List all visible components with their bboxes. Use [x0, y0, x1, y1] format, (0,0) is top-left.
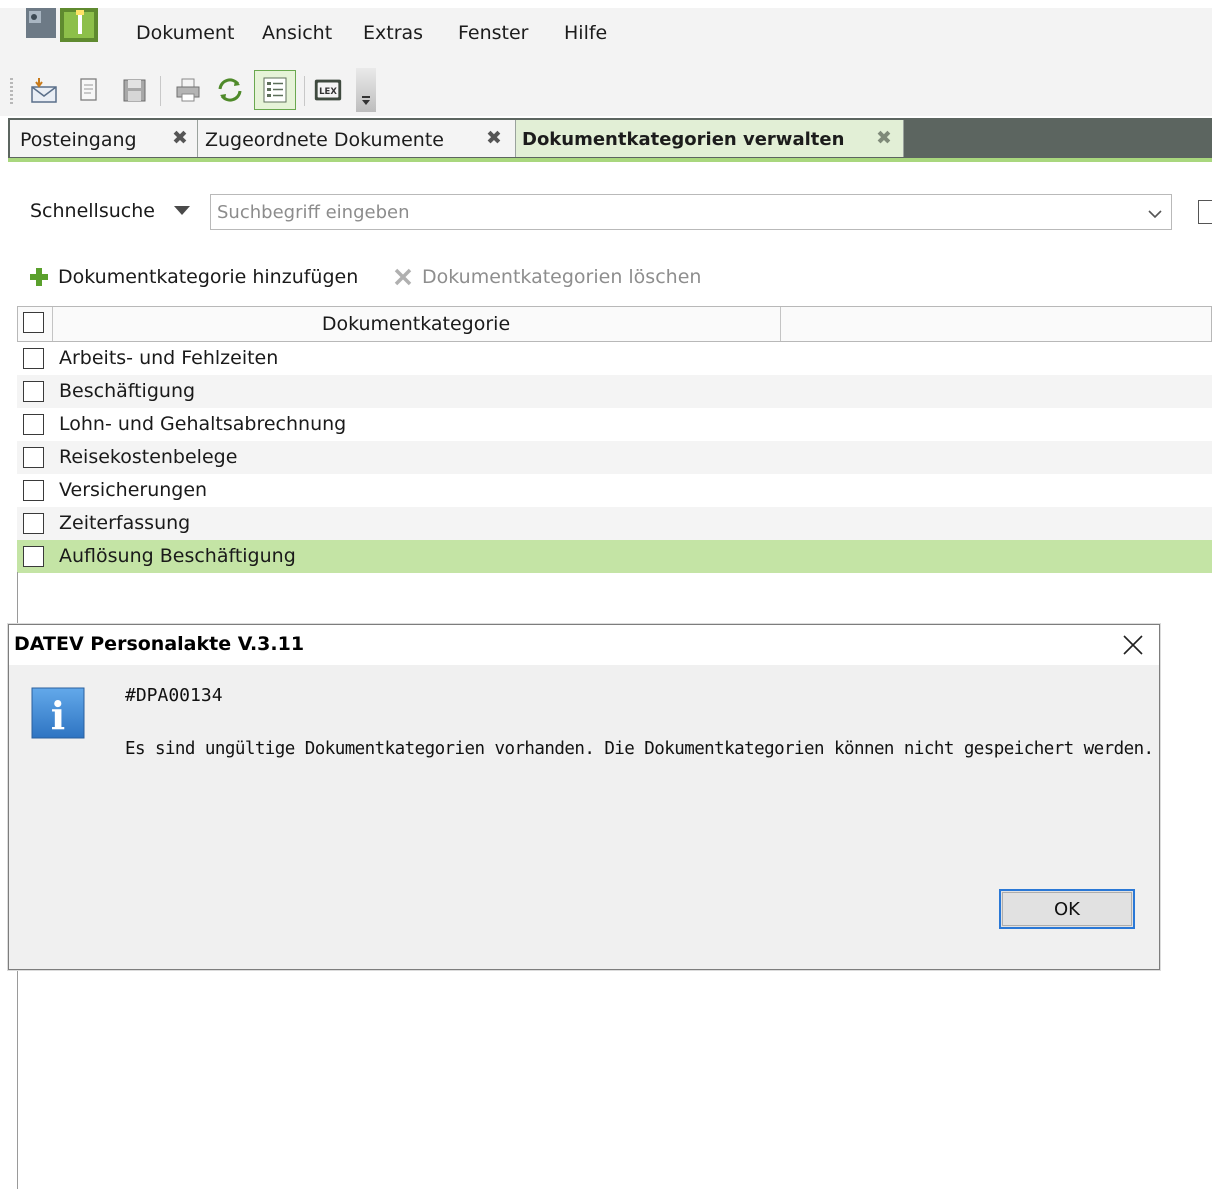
- message-dialog: DATEV Personalakte V.3.11 i #DPA00134 Es…: [8, 624, 1160, 970]
- inbox-icon[interactable]: [28, 74, 60, 106]
- search-input[interactable]: [211, 195, 1143, 229]
- table-row[interactable]: Beschäftigung: [17, 375, 1212, 408]
- tab-close-icon[interactable]: ✖: [486, 127, 502, 149]
- row-checkbox[interactable]: [23, 480, 44, 501]
- tab-zugeordnete-dokumente[interactable]: Zugeordnete Dokumente ✖: [198, 120, 516, 157]
- table-row[interactable]: Zeiterfassung: [17, 507, 1212, 540]
- tab-dokumentkategorien-verwalten[interactable]: Dokumentkategorien verwalten ✖: [516, 120, 904, 157]
- row-label: Arbeits- und Fehlzeiten: [59, 347, 279, 369]
- ok-button[interactable]: OK: [999, 889, 1135, 929]
- row-label: Reisekostenbelege: [59, 446, 238, 468]
- toolbar-separator: [160, 76, 161, 106]
- menu-fenster[interactable]: Fenster: [458, 22, 528, 44]
- toolbar: LEX: [0, 64, 1212, 116]
- select-all-cell: [18, 307, 53, 341]
- select-all-checkbox[interactable]: [23, 312, 44, 333]
- category-table: Dokumentkategorie Arbeits- und Fehlzeite…: [17, 306, 1212, 573]
- row-label: Versicherungen: [59, 479, 208, 501]
- toolbar-grip[interactable]: [10, 78, 13, 106]
- menu-ansicht[interactable]: Ansicht: [262, 22, 332, 44]
- menu-dokument[interactable]: Dokument: [136, 22, 234, 44]
- add-category-label: Dokumentkategorie hinzufügen: [58, 266, 359, 288]
- row-checkbox[interactable]: [23, 381, 44, 402]
- info-glyph: i: [51, 693, 65, 738]
- table-row[interactable]: Lohn- und Gehaltsabrechnung: [17, 408, 1212, 441]
- row-label: Beschäftigung: [59, 380, 196, 402]
- tab-bar: Posteingang ✖ Zugeordnete Dokumente ✖ Do…: [8, 118, 1212, 158]
- search-field[interactable]: [210, 194, 1172, 230]
- message-text: Es sind ungültige Dokumentkategorien vor…: [125, 739, 1154, 759]
- list-icon[interactable]: [254, 70, 296, 110]
- tab-underline: [8, 158, 1212, 162]
- save-icon[interactable]: [118, 74, 150, 106]
- overflow-icon[interactable]: [356, 68, 376, 112]
- option-checkbox[interactable]: [1198, 200, 1212, 224]
- row-checkbox[interactable]: [23, 447, 44, 468]
- table-row[interactable]: Arbeits- und Fehlzeiten: [17, 342, 1212, 375]
- dialog-title: DATEV Personalakte V.3.11: [14, 633, 305, 655]
- row-label: Auflösung Beschäftigung: [59, 545, 296, 567]
- column-header-dokumentkategorie[interactable]: Dokumentkategorie: [52, 307, 781, 341]
- row-label: Zeiterfassung: [59, 512, 191, 534]
- chevron-down-icon[interactable]: [174, 206, 190, 215]
- table-row-selected[interactable]: Auflösung Beschäftigung: [17, 540, 1212, 573]
- document-icon[interactable]: [72, 74, 104, 106]
- menu-extras[interactable]: Extras: [363, 22, 423, 44]
- row-checkbox[interactable]: [23, 414, 44, 435]
- dialog-titlebar[interactable]: DATEV Personalakte V.3.11: [9, 625, 1159, 665]
- lex-icon[interactable]: LEX: [312, 74, 344, 106]
- menu-hilfe[interactable]: Hilfe: [564, 22, 607, 44]
- table-header: Dokumentkategorie: [17, 306, 1212, 342]
- lex-label: LEX: [319, 86, 337, 96]
- refresh-icon[interactable]: [214, 74, 246, 106]
- table-row[interactable]: Versicherungen: [17, 474, 1212, 507]
- add-category-button[interactable]: Dokumentkategorie hinzufügen: [26, 262, 358, 292]
- tab-close-icon[interactable]: ✖: [876, 127, 892, 149]
- menu-bar: Dokument Ansicht Extras Fenster Hilfe: [0, 8, 1212, 64]
- search-dropdown-icon[interactable]: [1147, 205, 1163, 224]
- close-icon[interactable]: [1115, 629, 1151, 661]
- delete-icon: [390, 264, 416, 290]
- tab-label: Posteingang: [20, 129, 137, 151]
- toolbar-separator: [304, 76, 305, 106]
- tab-label: Dokumentkategorien verwalten: [522, 129, 845, 150]
- app-window: Dokument Ansicht Extras Fenster Hilfe LE…: [0, 0, 1212, 1189]
- row-checkbox[interactable]: [23, 546, 44, 567]
- print-icon[interactable]: [172, 74, 204, 106]
- info-icon: i: [31, 687, 85, 739]
- search-label: Schnellsuche: [30, 200, 155, 222]
- tab-close-icon[interactable]: ✖: [172, 127, 188, 149]
- plus-icon: [26, 264, 52, 290]
- table-row[interactable]: Reisekostenbelege: [17, 441, 1212, 474]
- table-body: Arbeits- und Fehlzeiten Beschäftigung Lo…: [17, 342, 1212, 573]
- row-checkbox[interactable]: [23, 348, 44, 369]
- tab-label: Zugeordnete Dokumente: [205, 129, 444, 151]
- row-label: Lohn- und Gehaltsabrechnung: [59, 413, 347, 435]
- row-checkbox[interactable]: [23, 513, 44, 534]
- delete-categories-button[interactable]: Dokumentkategorien löschen: [390, 262, 701, 292]
- tab-posteingang[interactable]: Posteingang ✖: [10, 120, 198, 157]
- app-logo-icon[interactable]: [26, 8, 100, 44]
- message-code: #DPA00134: [125, 685, 223, 706]
- delete-categories-label: Dokumentkategorien löschen: [422, 266, 702, 288]
